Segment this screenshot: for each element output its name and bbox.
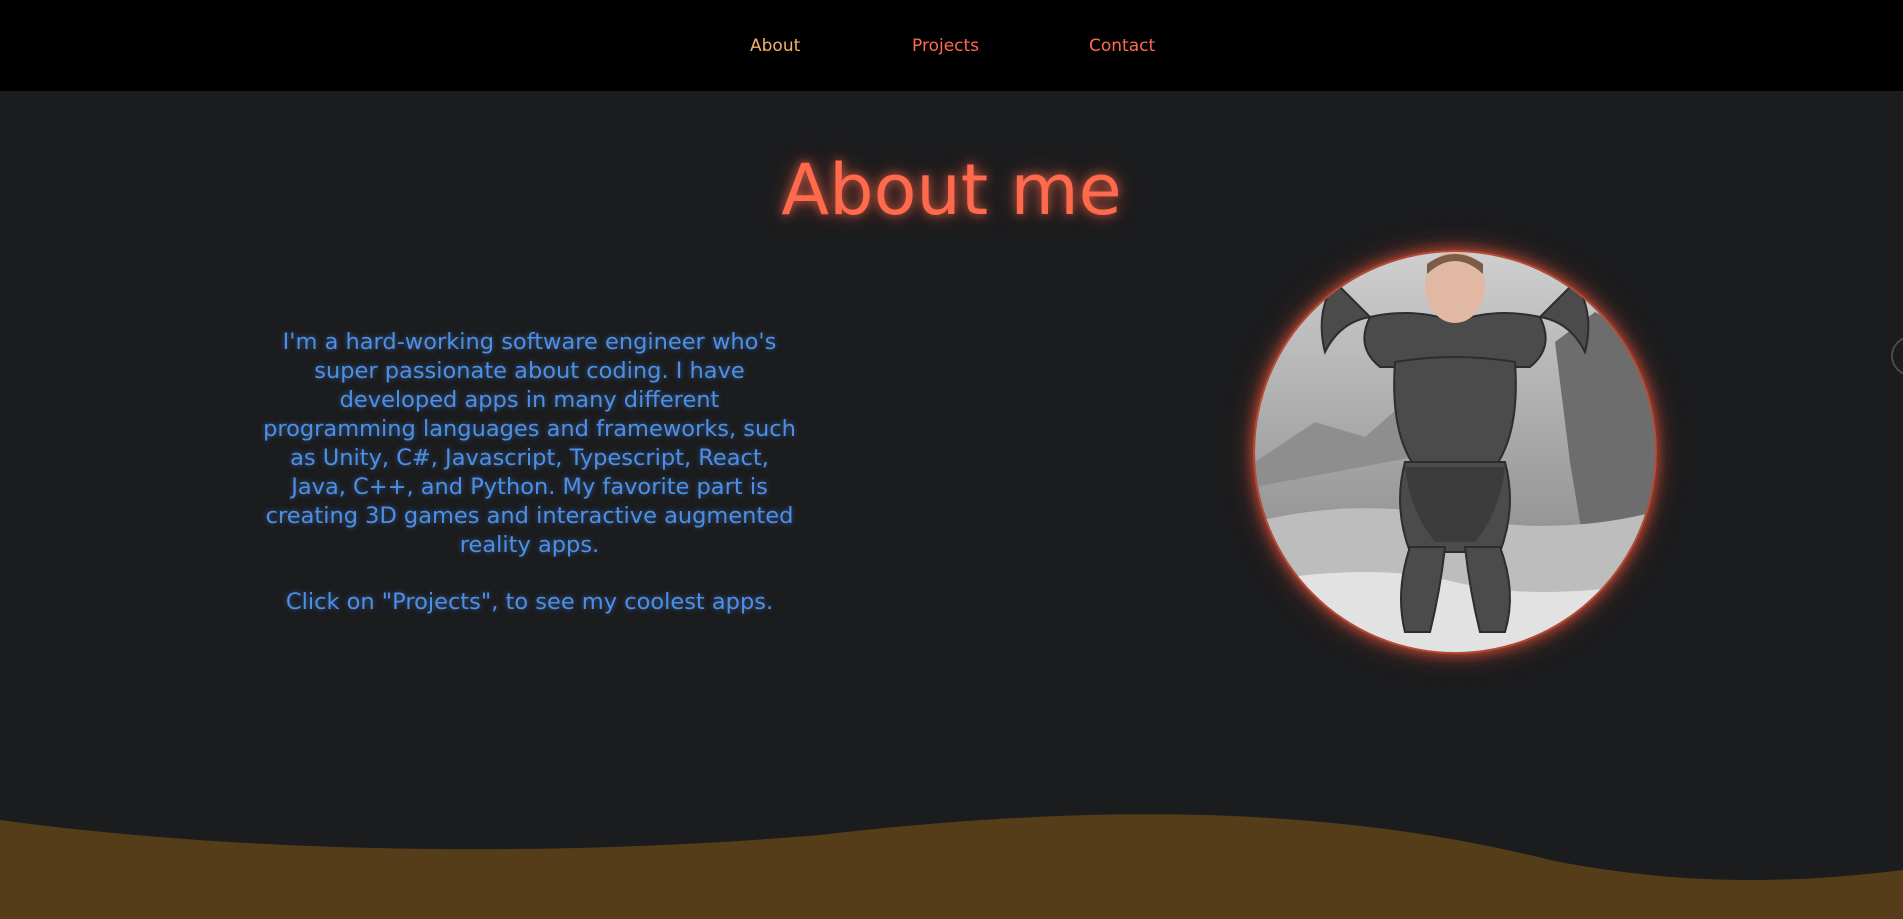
profile-photo-image [1255,252,1655,652]
navbar: About Projects Contact [0,0,1903,91]
profile-photo [1253,250,1657,654]
nav-link-about[interactable]: About [750,34,800,58]
about-paragraph: I'm a hard-working software engineer who… [263,329,796,558]
scroll-indicator[interactable] [1891,336,1903,376]
footer-wave [0,814,1903,919]
nav-link-contact[interactable]: Contact [1089,34,1155,58]
about-text: I'm a hard-working software engineer who… [262,328,797,617]
page-title: About me [781,149,1122,231]
nav-link-projects[interactable]: Projects [912,34,979,58]
projects-callout: Click on "Projects", to see my coolest a… [285,589,774,615]
